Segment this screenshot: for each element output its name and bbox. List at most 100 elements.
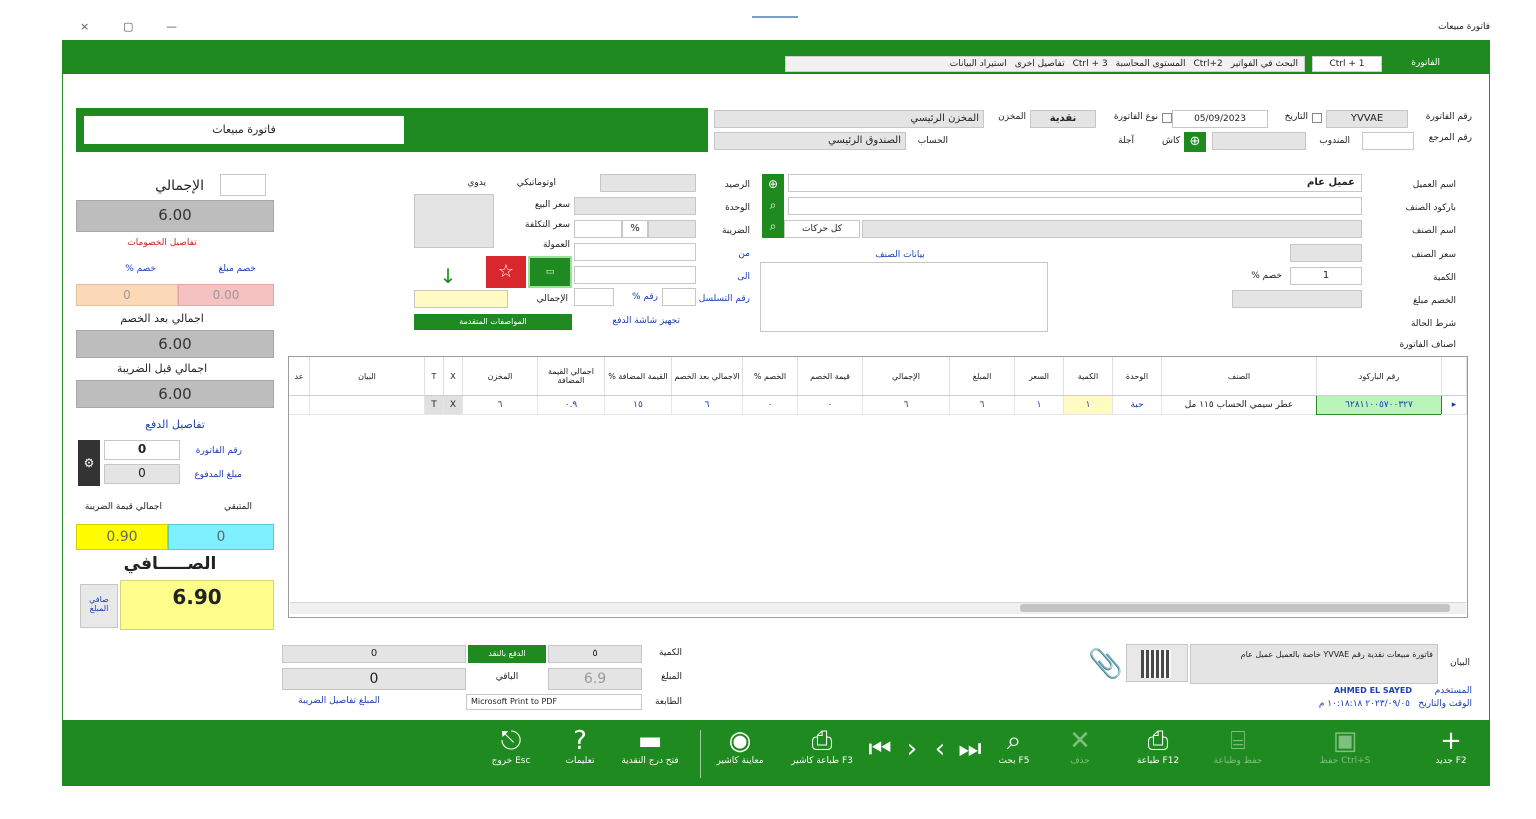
item-name-field[interactable] (862, 220, 1362, 238)
delete-button[interactable]: ✕ حذف (1050, 726, 1110, 766)
cash-pay-button[interactable]: الدفع بالنقد (468, 645, 546, 663)
grid-scroll-thumb[interactable] (1020, 604, 1450, 612)
help-button[interactable]: ? تعليمات (552, 726, 608, 766)
save-print-button[interactable]: ⌸ حفظ وطباعة (1206, 726, 1270, 766)
cell-disc-pct[interactable]: ٠ (742, 395, 798, 415)
print-button[interactable]: ⎙ طباعة F12 (1118, 726, 1198, 766)
minimize-icon[interactable]: — (166, 20, 177, 33)
qty-field[interactable]: 1 (1290, 267, 1362, 285)
search-barcode-icon[interactable]: ⌕ (762, 195, 784, 216)
tax-select[interactable]: كل حركات (784, 220, 860, 238)
menu-details[interactable]: تفاصيل اخرى (1015, 59, 1065, 69)
invoice-no-field[interactable]: YVVAE (1326, 110, 1408, 128)
advanced-options-button[interactable]: المواصفات المتقدمة (414, 314, 572, 330)
row-selector[interactable]: ▸ (1441, 395, 1467, 415)
menu-ctrl2[interactable]: Ctrl+2 (1193, 59, 1222, 69)
pay-toggle-icon[interactable]: ⚙ (78, 440, 100, 486)
menu-accounting[interactable]: المستوى المحاسبة (1116, 59, 1186, 69)
last-record-icon[interactable]: ⏭ (956, 734, 984, 764)
unit-field[interactable] (574, 197, 696, 215)
preview-button[interactable]: ◉ معاينة كاشير (704, 726, 776, 766)
date-field[interactable]: 05/09/2023 (1172, 110, 1268, 128)
notes-field[interactable]: فاتورة مبيعات نقدية رقم YVVAE خاصة بالعم… (1190, 644, 1438, 684)
price-field[interactable] (1290, 244, 1362, 262)
attachment-clip-icon[interactable]: 📎 (1088, 644, 1123, 684)
cell-count[interactable] (289, 395, 310, 415)
cell-price[interactable]: ١ (1014, 395, 1064, 415)
tax-details-link[interactable]: المبلغ تفاصيل الضريبة (284, 696, 394, 706)
ref-field[interactable] (1362, 132, 1414, 150)
rest-field: 0 (168, 524, 274, 550)
menu-ctrl3[interactable]: Ctrl + 3 (1073, 59, 1108, 69)
cell-amount[interactable]: ٦ (949, 395, 1015, 415)
prepare-payment-check[interactable]: تجهيز شاشة الدفع (580, 316, 680, 326)
date-checkbox[interactable] (1312, 113, 1322, 123)
print-cashier-button[interactable]: ⎙ طباعة كاشير F3 (782, 726, 862, 766)
cell-total[interactable]: ٦ (862, 395, 950, 415)
total-aux-field[interactable] (220, 174, 266, 196)
auto-radio[interactable]: اوتوماتيكي (496, 178, 556, 188)
next-record-icon[interactable]: ‹ (926, 734, 954, 764)
barcode-field[interactable] (788, 197, 1362, 215)
favorite-star-icon[interactable]: ☆ (486, 256, 526, 288)
exit-button[interactable]: ⎋ خروج Esc (478, 726, 544, 766)
type-checkbox[interactable] (1162, 113, 1172, 123)
disc-row-field[interactable] (574, 288, 614, 306)
inv-no-field[interactable]: 0 (104, 440, 180, 460)
paid-field[interactable]: 0 (104, 464, 180, 484)
cell-x[interactable]: X (443, 395, 463, 415)
item-disc-field[interactable] (1232, 290, 1362, 308)
menu-search[interactable]: البحث في الفواتير (1231, 59, 1298, 69)
maximize-icon[interactable]: ▢ (123, 20, 133, 33)
disc-amt-field[interactable]: 0.00 (178, 284, 274, 306)
balance-field[interactable] (600, 174, 696, 192)
cell-vat-pct[interactable]: ١٥ (604, 395, 672, 415)
account-select[interactable]: الصندوق الرئيسي (714, 132, 906, 150)
save-button[interactable]: ▣ حفظ Ctrl+S (1290, 726, 1400, 766)
cell-barcode[interactable]: ٦٢٨١١٠٠٥٧٠٠٣٢٧ (1316, 395, 1442, 415)
client-field[interactable]: عميل عام (788, 174, 1362, 192)
table-row[interactable]: ▸ ٦٢٨١١٠٠٥٧٠٠٣٢٧ عطر سيمي الحساب ١١٥ مل … (289, 395, 1467, 415)
menu-import[interactable]: استيراد البيانات (950, 59, 1007, 69)
disc-pct-field[interactable]: 0 (76, 284, 178, 306)
store-select[interactable]: المخزن الرئيسي (714, 110, 984, 128)
first-record-icon[interactable]: ⏮ (866, 734, 894, 764)
pay-credit[interactable]: آجلة (1090, 136, 1134, 146)
new-button[interactable]: + جديد F2 (1420, 726, 1482, 766)
cell-t[interactable]: T (424, 395, 444, 415)
ctrl1-shortcut[interactable]: Ctrl + 1 (1312, 56, 1382, 72)
add-client-icon[interactable]: ⊕ (762, 174, 784, 195)
close-icon[interactable]: × (80, 20, 89, 33)
qr-code-icon (1141, 650, 1171, 678)
serial-field[interactable] (662, 288, 696, 306)
add-rep-icon[interactable]: ⊕ (1184, 132, 1206, 152)
qty-label: الكمية (1433, 273, 1456, 283)
search-item-icon[interactable]: ⌕ (762, 216, 784, 237)
add-item-icon[interactable]: ▭ (528, 256, 572, 288)
cell-after-disc[interactable]: ٦ (671, 395, 743, 415)
search-button[interactable]: ⌕ بحث F5 (986, 726, 1042, 766)
cell-unit[interactable]: حبة (1112, 395, 1162, 415)
menu-invoice[interactable]: الفاتورة (1390, 58, 1440, 68)
manual-radio[interactable]: يدوي (430, 178, 486, 188)
from-field[interactable] (574, 243, 696, 261)
bottom-amount-field: 6.9 (548, 668, 642, 690)
to-field[interactable] (574, 266, 696, 284)
open-drawer-button[interactable]: ▬ فتح درج النقدية (610, 726, 690, 766)
cell-notes[interactable] (309, 395, 425, 415)
prev-record-icon[interactable]: › (898, 734, 926, 764)
rep-field[interactable] (1212, 132, 1306, 150)
item-tax-field[interactable] (574, 220, 622, 238)
cell-item[interactable]: عطر سيمي الحساب ١١٥ مل (1161, 395, 1317, 415)
cell-disc-value[interactable]: ٠ (797, 395, 863, 415)
cell-qty[interactable]: ١ (1063, 395, 1113, 415)
invoice-type-select[interactable]: نقدية (1030, 110, 1096, 128)
price-options-box[interactable] (414, 194, 494, 248)
pay-cash[interactable]: كاش (1140, 136, 1180, 146)
bottom-qty-label: الكمية (659, 648, 682, 658)
cell-store[interactable]: ٦ (462, 395, 538, 415)
cell-vat-total[interactable]: ٠.٩ (537, 395, 605, 415)
item-tax-val[interactable] (648, 220, 696, 238)
printer-select[interactable]: Microsoft Print to PDF (466, 694, 642, 710)
arrow-down-icon[interactable]: ↓ (436, 264, 460, 288)
